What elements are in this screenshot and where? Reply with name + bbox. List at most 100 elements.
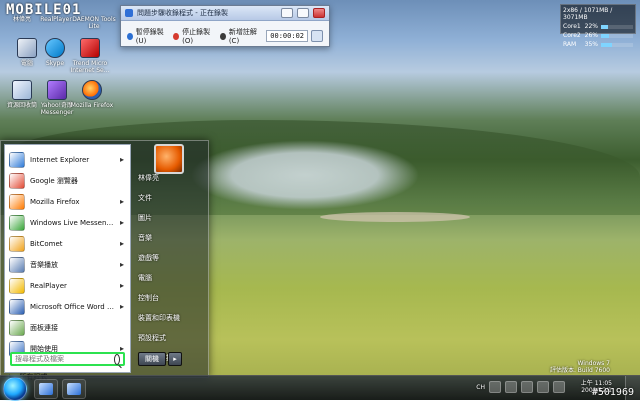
submenu-arrow-icon[interactable]: ▸ [120, 239, 124, 248]
recorder-titlebar[interactable]: 問題步驟收錄程式 - 正在錄製 [121, 6, 329, 21]
pause-record-button[interactable]: 暫停錄製(U) [127, 27, 167, 45]
metric-value: 35% [584, 41, 598, 48]
start-search-input[interactable] [15, 355, 111, 363]
tray-icon-volume[interactable] [505, 381, 517, 393]
close-button[interactable] [313, 8, 325, 18]
trend-micro-icon [80, 38, 100, 58]
recycle-bin-icon [12, 80, 32, 100]
recorder-timer-area: 00:00:02 [266, 30, 323, 42]
search-icon[interactable] [114, 353, 120, 365]
start-menu-item-label: Google 瀏覽器 [30, 176, 78, 185]
shutdown-area: 關機 ▸ [138, 352, 182, 366]
metric-label: RAM [563, 41, 577, 48]
windows-build: 評估版本. Build 7600 [549, 367, 610, 374]
start-menu-right-item[interactable]: 圖片 [134, 208, 205, 228]
system-tray: CH [476, 381, 565, 393]
start-menu-right-list: 林偉亮文件圖片音樂遊戲等電腦控制台裝置和印表機預設程式說明及支援 [134, 168, 205, 368]
help-icon[interactable] [311, 30, 323, 42]
desktop-icon-trend-micro[interactable]: Trend Micro Internet Se... [68, 38, 112, 74]
start-menu-item[interactable]: RealPlayer ▸ [5, 275, 130, 296]
start-menu-item-label: RealPlayer [30, 281, 67, 290]
system-monitor-row: RAM 35% [563, 41, 633, 48]
metric-fill [601, 24, 609, 29]
start-menu-item[interactable]: Internet Explorer ▸ [5, 149, 130, 170]
add-comment-label: 新增註解(C) [228, 28, 257, 45]
desktop-icon-firefox[interactable]: Mozilla Firefox [70, 80, 114, 109]
system-monitor-gadget: 2x86 / 1071MB / 3071MB Core1 22% Core2 2… [560, 4, 636, 48]
metric-fill [601, 42, 613, 47]
start-orb-button[interactable] [3, 377, 27, 401]
taskbar-button-recorder[interactable] [62, 379, 86, 399]
recorder-icon [67, 383, 81, 395]
wallpaper-path [320, 212, 470, 222]
program-icon [9, 172, 25, 189]
program-icon [9, 319, 25, 336]
minimize-button[interactable] [281, 8, 293, 18]
submenu-arrow-icon[interactable]: ▸ [120, 281, 124, 290]
yahoo-messenger-icon [47, 80, 67, 100]
shutdown-button[interactable]: 關機 [138, 352, 166, 366]
windows-version-watermark: Windows 7 評估版本. Build 7600 [550, 360, 610, 374]
stop-icon [173, 32, 180, 40]
metric-label: Core2 [563, 32, 581, 39]
start-menu-pinned-list: Internet Explorer ▸ Google 瀏覽器 Mozilla Fire… [5, 145, 130, 359]
start-menu-item[interactable]: Windows Live Messenger ▸ [5, 212, 130, 233]
taskbar-button-explorer[interactable] [34, 379, 58, 399]
start-menu-right-item[interactable]: 遊戲等 [134, 248, 205, 268]
start-menu-item-label: Mozilla Firefox [30, 197, 80, 206]
submenu-arrow-icon[interactable]: ▸ [120, 302, 124, 311]
recorder-timer: 00:00:02 [266, 30, 308, 42]
start-menu-right-item[interactable]: 預設程式 [134, 328, 205, 348]
submenu-arrow-icon[interactable]: ▸ [120, 155, 124, 164]
submenu-arrow-icon[interactable]: ▸ [120, 197, 124, 206]
desktop-icon-label: Mozilla Firefox [70, 102, 114, 109]
metric-meter [601, 24, 633, 29]
desktop-icon-label: Trend Micro Internet Se... [70, 60, 110, 74]
start-menu: Internet Explorer ▸ Google 瀏覽器 Mozilla Fire… [0, 140, 209, 381]
folder-icon [39, 383, 53, 395]
start-search-box[interactable] [10, 352, 125, 366]
stop-record-button[interactable]: 停止錄製(O) [173, 27, 214, 45]
problem-steps-recorder-window: 問題步驟收錄程式 - 正在錄製 暫停錄製(U) 停止錄製(O) 新增註解(C) … [120, 5, 330, 47]
shutdown-options-button[interactable]: ▸ [168, 352, 182, 366]
metric-label: Core1 [563, 23, 581, 30]
add-comment-button[interactable]: 新增註解(C) [220, 27, 260, 45]
recorder-title: 問題步驟收錄程式 - 正在錄製 [137, 9, 228, 17]
desktop-icon-label: 資源回收筒 [6, 102, 37, 109]
start-menu-item[interactable]: 面板連接 [5, 317, 130, 338]
tray-icon-network[interactable] [489, 381, 501, 393]
input-language-indicator[interactable]: CH [476, 384, 485, 391]
start-menu-right-item[interactable]: 林偉亮 [134, 168, 205, 188]
start-menu-right-item[interactable]: 裝置和印表機 [134, 308, 205, 328]
desktop-icon-label: Yahoo!奇摩 Messenger [40, 102, 74, 116]
start-menu-item[interactable]: Mozilla Firefox ▸ [5, 191, 130, 212]
metric-value: 22% [584, 23, 598, 30]
start-menu-item[interactable]: BitComet ▸ [5, 233, 130, 254]
pause-icon [127, 32, 133, 40]
start-menu-right-item[interactable]: 控制台 [134, 288, 205, 308]
pause-record-label: 暫停錄製(U) [135, 28, 164, 45]
start-menu-right-item[interactable]: 電腦 [134, 268, 205, 288]
watermark-id: #501969 [591, 387, 634, 398]
tray-icon-realplayer[interactable] [537, 381, 549, 393]
tray-icon-messenger[interactable] [553, 381, 565, 393]
start-menu-item-label: Microsoft Office Word 2007 [30, 302, 115, 311]
program-icon [9, 235, 25, 252]
start-menu-right-pane: 林偉亮文件圖片音樂遊戲等電腦控制台裝置和印表機預設程式說明及支援 關機 ▸ [134, 144, 205, 373]
tray-icon-security[interactable] [521, 381, 533, 393]
submenu-arrow-icon[interactable]: ▸ [120, 260, 124, 269]
submenu-arrow-icon[interactable]: ▸ [120, 218, 124, 227]
start-menu-item[interactable]: 音樂播放 ▸ [5, 254, 130, 275]
system-monitor-row: Core1 22% [563, 23, 633, 30]
firefox-icon [82, 80, 102, 100]
start-menu-right-item[interactable]: 音樂 [134, 228, 205, 248]
maximize-button[interactable] [297, 8, 309, 18]
start-menu-item[interactable]: Microsoft Office Word 2007 ▸ [5, 296, 130, 317]
start-menu-item-label: 音樂播放 [30, 260, 58, 269]
wallpaper-snow [190, 140, 420, 210]
system-monitor-header: 2x86 / 1071MB / 3071MB [563, 7, 613, 21]
start-menu-right-item[interactable]: 文件 [134, 188, 205, 208]
desktop-icon-daemon-tools[interactable]: DAEMON Tools Lite [72, 16, 116, 30]
start-menu-item-label: Internet Explorer [30, 155, 90, 164]
start-menu-item[interactable]: Google 瀏覽器 [5, 170, 130, 191]
